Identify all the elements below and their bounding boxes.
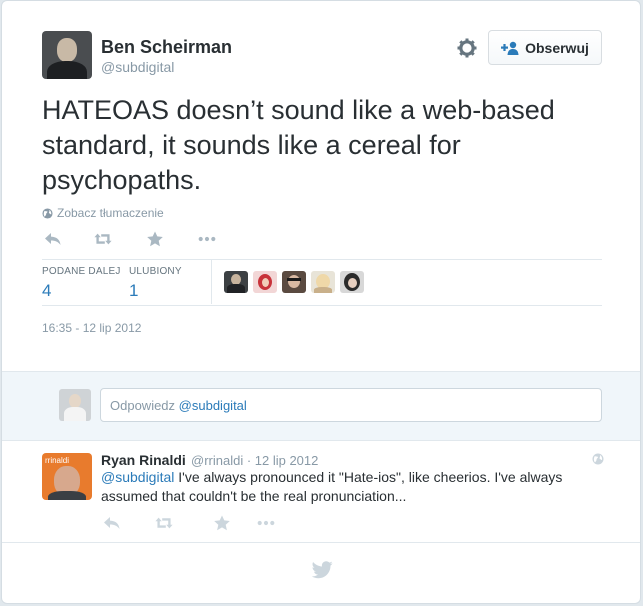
gear-icon[interactable]	[457, 38, 477, 58]
reply-button[interactable]	[42, 230, 64, 248]
current-user-avatar	[59, 389, 91, 421]
tweet-timestamp[interactable]: 16:35 - 12 lip 2012	[42, 321, 141, 335]
reply-author-name[interactable]: Ryan Rinaldi	[101, 452, 186, 468]
reply-area: Odpowiedz @subdigital	[2, 371, 640, 441]
more-button[interactable]	[255, 514, 277, 532]
footer-divider	[2, 542, 640, 543]
favoriter-avatar[interactable]	[340, 271, 364, 293]
more-button[interactable]	[196, 230, 218, 248]
reply-tweet-mention[interactable]: @subdigital	[101, 469, 174, 485]
globe-icon	[42, 207, 53, 219]
favorites-count[interactable]: 1	[129, 281, 138, 301]
reply-icon	[104, 517, 120, 529]
reply-input-mention: @subdigital	[178, 398, 247, 413]
reply-input[interactable]: Odpowiedz @subdigital	[100, 388, 602, 422]
reply-tweet-text: @subdigital I've always pronounced it "H…	[101, 468, 581, 506]
author-handle[interactable]: @subdigital	[101, 59, 174, 75]
reply-button[interactable]	[101, 514, 123, 532]
follow-button-label: Obserwuj	[525, 39, 589, 56]
translate-link[interactable]: Zobacz tłumaczenie	[42, 206, 164, 220]
reply-tweet-actions	[101, 514, 277, 532]
more-icon	[257, 520, 275, 526]
reply-author-avatar[interactable]: rrinaldi	[42, 453, 92, 500]
favoriter-avatar[interactable]	[282, 271, 306, 293]
reply-input-prefix: Odpowiedz	[110, 398, 176, 413]
add-user-icon	[501, 41, 519, 55]
retweet-button[interactable]	[92, 230, 114, 248]
tweet-card: Ben Scheirman @subdigital Obserwuj HATEO…	[1, 0, 641, 604]
globe-icon[interactable]	[592, 453, 604, 465]
author-avatar[interactable]	[42, 31, 92, 79]
avatar-tag: rrinaldi	[45, 456, 70, 465]
translate-label: Zobacz tłumaczenie	[57, 206, 164, 220]
more-icon	[198, 236, 216, 242]
divider	[42, 305, 602, 306]
retweet-icon	[94, 233, 112, 245]
retweets-count[interactable]: 4	[42, 281, 51, 301]
tweet-text: HATEOAS doesn’t sound like a web-based s…	[42, 95, 555, 195]
favoriter-avatar[interactable]	[224, 271, 248, 293]
star-icon	[147, 231, 163, 247]
favorite-button[interactable]	[211, 514, 233, 532]
reply-icon	[45, 233, 61, 245]
favorite-button[interactable]	[144, 230, 166, 248]
favorites-label[interactable]: ULUBIONY	[129, 266, 182, 277]
retweets-label[interactable]: PODANE DALEJ	[42, 266, 121, 277]
twitter-bird-icon[interactable]	[312, 561, 333, 579]
divider	[42, 259, 602, 260]
retweet-button[interactable]	[153, 514, 175, 532]
star-icon	[214, 515, 230, 531]
follow-button[interactable]: Obserwuj	[488, 30, 602, 65]
favoriter-avatar[interactable]	[253, 271, 277, 293]
favoriter-avatar[interactable]	[311, 271, 335, 293]
stats-separator	[211, 260, 212, 304]
author-name[interactable]: Ben Scheirman	[101, 37, 232, 58]
retweet-icon	[155, 517, 173, 529]
tweet-actions	[42, 230, 218, 248]
reply-author-meta[interactable]: @rrinaldi · 12 lip 2012	[191, 453, 318, 468]
